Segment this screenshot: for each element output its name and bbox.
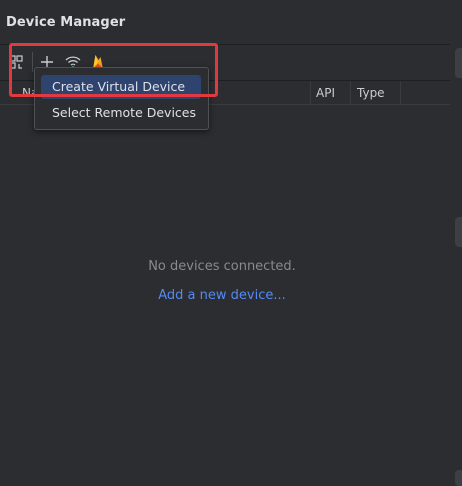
column-divider[interactable]	[310, 81, 311, 104]
side-tab[interactable]	[455, 48, 462, 78]
toolbar-separator	[32, 52, 33, 72]
menu-item-create-virtual-device[interactable]: Create Virtual Device	[41, 75, 201, 99]
title-divider	[0, 44, 450, 45]
column-divider[interactable]	[400, 81, 401, 104]
device-manager-icon[interactable]	[6, 52, 26, 72]
column-header-api[interactable]: API	[316, 86, 335, 100]
column-divider[interactable]	[350, 81, 351, 104]
side-tab[interactable]	[455, 470, 462, 486]
add-device-link[interactable]: Add a new device...	[0, 288, 444, 303]
side-tab[interactable]	[455, 217, 462, 247]
add-device-menu: Create Virtual Device Select Remote Devi…	[34, 67, 209, 130]
column-header-type[interactable]: Type	[357, 86, 385, 100]
empty-state-message: No devices connected.	[148, 259, 296, 274]
device-manager-panel: Device Manager Na API Type No devices co…	[0, 0, 462, 486]
panel-title: Device Manager	[6, 15, 126, 30]
menu-item-select-remote-devices[interactable]: Select Remote Devices	[41, 101, 201, 125]
